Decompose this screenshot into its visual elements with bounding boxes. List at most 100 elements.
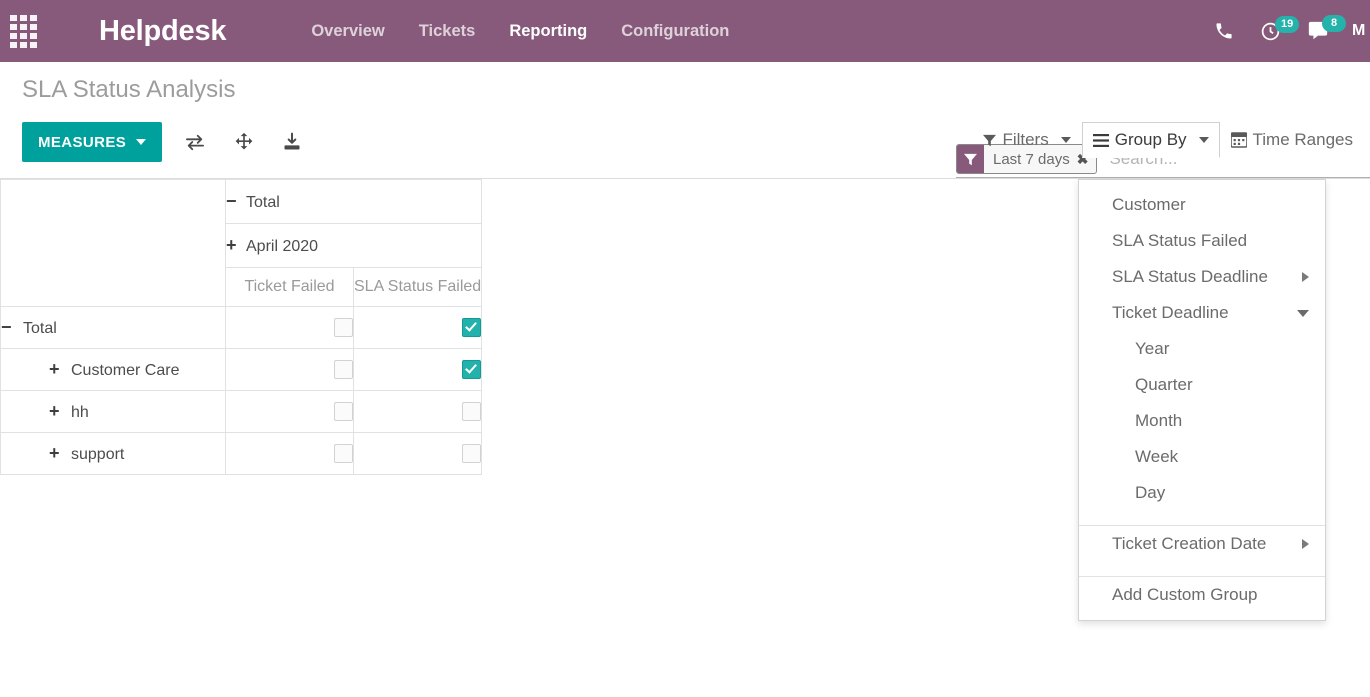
menu-item-ticket-deadline[interactable]: Ticket Deadline <box>1079 295 1325 331</box>
pivot-row-header-hh[interactable]: +hh <box>1 391 226 433</box>
nav-item-configuration[interactable]: Configuration <box>604 0 746 62</box>
chevron-right-icon <box>1302 539 1309 549</box>
pivot-row-header-customer-care[interactable]: +Customer Care <box>1 349 226 391</box>
menu-item-ticket-deadline-quarter[interactable]: Quarter <box>1079 367 1325 403</box>
phone-button[interactable] <box>1214 21 1234 41</box>
pivot-table-body: −Total +Customer Care <box>1 307 482 475</box>
pivot-col-header-label: Total <box>246 194 280 211</box>
chevron-down-icon <box>1199 137 1209 143</box>
table-row: +hh <box>1 391 482 433</box>
pivot-cell-sla-status-failed[interactable] <box>354 433 482 475</box>
nav-item-tickets[interactable]: Tickets <box>402 0 493 62</box>
messages-badge: 8 <box>1322 15 1346 32</box>
pivot-col-header-total[interactable]: −Total <box>226 180 482 224</box>
table-row: −Total <box>1 307 482 349</box>
pivot-cell-sla-status-failed[interactable] <box>354 349 482 391</box>
menu-item-ticket-deadline-year[interactable]: Year <box>1079 331 1325 367</box>
expand-all-button[interactable] <box>228 128 260 156</box>
pivot-measure-header-ticket-failed[interactable]: Ticket Failed <box>226 268 354 307</box>
menu-item-ticket-deadline-week[interactable]: Week <box>1079 439 1325 475</box>
control-panel-top-row: SLA Status Analysis <box>0 62 1370 114</box>
control-panel-bottom-row: MEASURES Filters <box>0 114 1370 178</box>
main-menu: Overview Tickets Reporting Configuration <box>294 0 746 62</box>
table-row: +support <box>1 433 482 475</box>
pivot-cell-sla-status-failed[interactable] <box>354 307 482 349</box>
table-row: +Customer Care <box>1 349 482 391</box>
pivot-row-header-support[interactable]: +support <box>1 433 226 475</box>
group-by-menu-section-dates: Ticket Creation Date <box>1079 526 1325 569</box>
menu-item-label: Ticket Deadline <box>1112 303 1229 323</box>
chevron-down-icon <box>1061 137 1071 143</box>
top-navbar: Helpdesk Overview Tickets Reporting Conf… <box>0 0 1370 62</box>
expand-icon: + <box>226 235 246 256</box>
group-by-dropdown-button[interactable]: Group By <box>1082 122 1220 158</box>
filter-funnel-icon <box>983 134 996 147</box>
pivot-row-header-total[interactable]: −Total <box>1 307 226 349</box>
pivot-row-header-label: support <box>71 446 124 463</box>
menu-item-customer[interactable]: Customer <box>1079 187 1325 223</box>
pivot-corner-cell <box>1 180 226 307</box>
control-panel-right-buttons: Filters Group By Time R <box>972 120 1370 160</box>
menu-item-label: Ticket Creation Date <box>1112 534 1266 554</box>
menu-item-label: SLA Status Deadline <box>1112 267 1268 287</box>
group-by-label: Group By <box>1115 130 1187 150</box>
pivot-cell-ticket-failed[interactable] <box>226 349 354 391</box>
control-panel: SLA Status Analysis Last 7 days ✖ MEASUR… <box>0 62 1370 179</box>
nav-item-overview[interactable]: Overview <box>294 0 401 62</box>
expand-icon: + <box>49 359 71 380</box>
menu-item-sla-status-failed[interactable]: SLA Status Failed <box>1079 223 1325 259</box>
activities-badge: 19 <box>1275 16 1299 33</box>
navbar-systray: 19 8 M <box>1201 0 1370 62</box>
checkbox-checked-icon <box>462 360 481 379</box>
expand-all-icon <box>234 132 254 152</box>
messages-button[interactable]: 8 <box>1307 20 1329 42</box>
pivot-row-header-label: Customer Care <box>71 362 179 379</box>
checkbox-unchecked-icon <box>334 444 353 463</box>
hamburger-lines-icon <box>1093 134 1109 147</box>
collapse-icon: − <box>226 191 246 212</box>
download-xlsx-button[interactable] <box>276 128 308 156</box>
nav-item-reporting[interactable]: Reporting <box>492 0 604 62</box>
menu-item-label: Quarter <box>1135 375 1193 395</box>
flip-axis-icon <box>184 133 206 151</box>
measures-button-label: MEASURES <box>38 134 126 151</box>
flip-axis-button[interactable] <box>178 129 212 155</box>
page-title: SLA Status Analysis <box>22 78 235 102</box>
time-ranges-dropdown-button[interactable]: Time Ranges <box>1220 122 1370 158</box>
filters-dropdown-button[interactable]: Filters <box>972 122 1081 158</box>
menu-item-ticket-deadline-month[interactable]: Month <box>1079 403 1325 439</box>
menu-item-add-custom-group[interactable]: Add Custom Group <box>1079 577 1325 613</box>
download-xlsx-icon <box>282 132 302 152</box>
pivot-cell-sla-status-failed[interactable] <box>354 391 482 433</box>
filters-label: Filters <box>1002 130 1048 150</box>
pivot-header-row-total: −Total <box>1 180 482 224</box>
pivot-cell-ticket-failed[interactable] <box>226 391 354 433</box>
menu-item-label: SLA Status Failed <box>1112 231 1247 251</box>
chevron-down-icon <box>136 139 146 145</box>
group-by-menu-section-custom: Add Custom Group <box>1079 577 1325 620</box>
checkbox-checked-icon <box>462 318 481 337</box>
menu-item-label: Month <box>1135 411 1182 431</box>
user-menu-button[interactable]: M <box>1352 22 1370 40</box>
pivot-cell-ticket-failed[interactable] <box>226 433 354 475</box>
checkbox-unchecked-icon <box>462 444 481 463</box>
pivot-measure-header-sla-status-failed[interactable]: SLA Status Failed <box>354 268 482 307</box>
expand-icon: + <box>49 401 71 422</box>
measures-button[interactable]: MEASURES <box>22 122 162 162</box>
menu-item-label: Customer <box>1112 195 1186 215</box>
menu-item-sla-status-deadline[interactable]: SLA Status Deadline <box>1079 259 1325 295</box>
activities-button[interactable]: 19 <box>1260 21 1281 42</box>
menu-item-label: Add Custom Group <box>1112 585 1258 605</box>
checkbox-unchecked-icon <box>334 318 353 337</box>
menu-item-ticket-creation-date[interactable]: Ticket Creation Date <box>1079 526 1325 562</box>
menu-item-ticket-deadline-day[interactable]: Day <box>1079 475 1325 511</box>
pivot-row-header-label: Total <box>23 320 57 337</box>
pivot-cell-ticket-failed[interactable] <box>226 307 354 349</box>
brand-title[interactable]: Helpdesk <box>99 15 226 48</box>
pivot-col-header-april-2020[interactable]: +April 2020 <box>226 224 482 268</box>
collapse-icon: − <box>1 317 23 338</box>
apps-menu-button[interactable] <box>0 0 46 62</box>
pivot-row-header-label: hh <box>71 404 89 421</box>
checkbox-unchecked-icon <box>334 402 353 421</box>
group-by-dropdown-menu: Customer SLA Status Failed SLA Status De… <box>1078 179 1326 621</box>
